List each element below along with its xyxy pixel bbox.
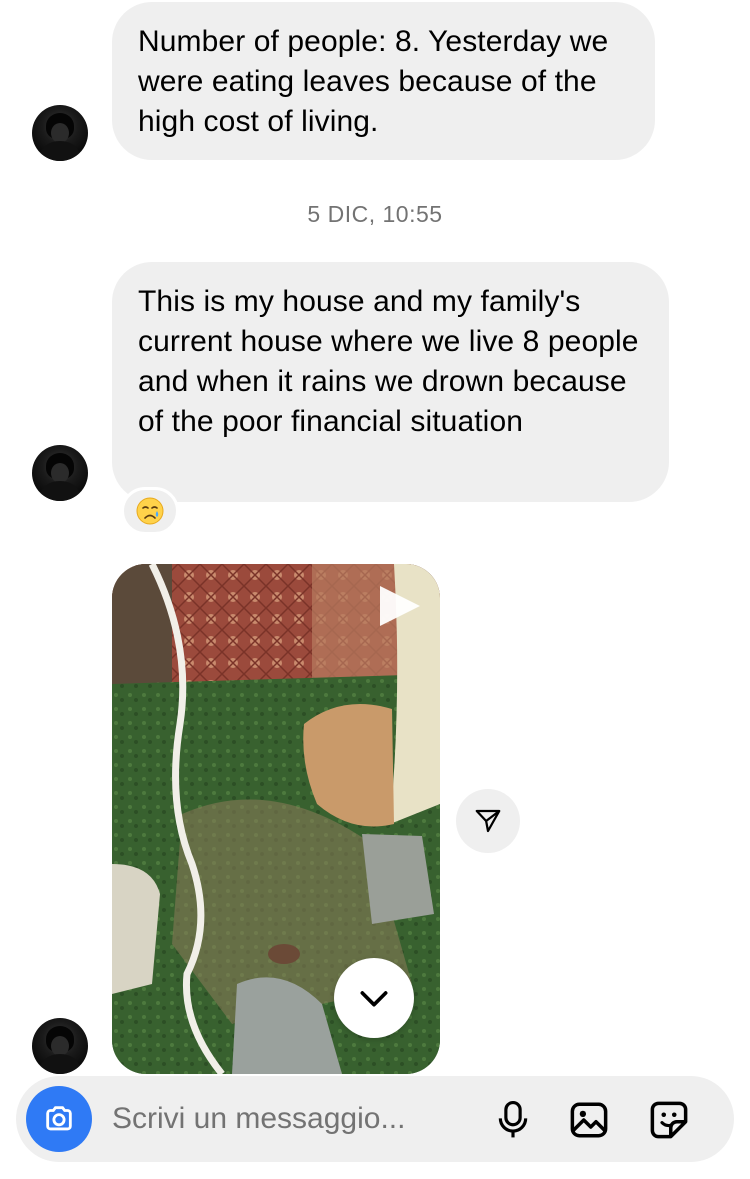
crying-face-emoji <box>136 497 164 525</box>
share-video-button[interactable] <box>456 789 520 853</box>
voice-message-button[interactable] <box>490 1097 536 1143</box>
message-input[interactable] <box>112 1098 472 1140</box>
sender-avatar[interactable] <box>32 1018 88 1074</box>
sender-avatar[interactable] <box>32 445 88 501</box>
image-icon <box>570 1102 608 1138</box>
camera-button[interactable] <box>26 1086 92 1152</box>
chevron-down-icon <box>360 991 388 1007</box>
microphone-icon <box>498 1101 528 1138</box>
sticker-button[interactable] <box>646 1097 692 1143</box>
send-icon <box>475 809 501 833</box>
gallery-button[interactable] <box>566 1097 612 1143</box>
message-text: This is my house and my family's current… <box>138 285 639 438</box>
sender-avatar[interactable] <box>32 105 88 161</box>
message-reaction[interactable]: 😢 <box>121 487 179 535</box>
camera-icon <box>46 1106 72 1131</box>
message-composer <box>16 1076 734 1162</box>
thread-timestamp: 5 DIC, 10:55 <box>307 201 443 227</box>
message-text: Number of people: 8. Yesterday we were e… <box>138 25 609 138</box>
message-bubble[interactable]: This is my house and my family's current… <box>112 262 669 502</box>
dm-thread-screen: Number of people: 8. Yesterday we were e… <box>0 0 750 1179</box>
message-bubble[interactable]: Number of people: 8. Yesterday we were e… <box>112 2 655 160</box>
scroll-to-bottom-button[interactable] <box>334 958 414 1038</box>
sticker-icon <box>650 1101 688 1139</box>
